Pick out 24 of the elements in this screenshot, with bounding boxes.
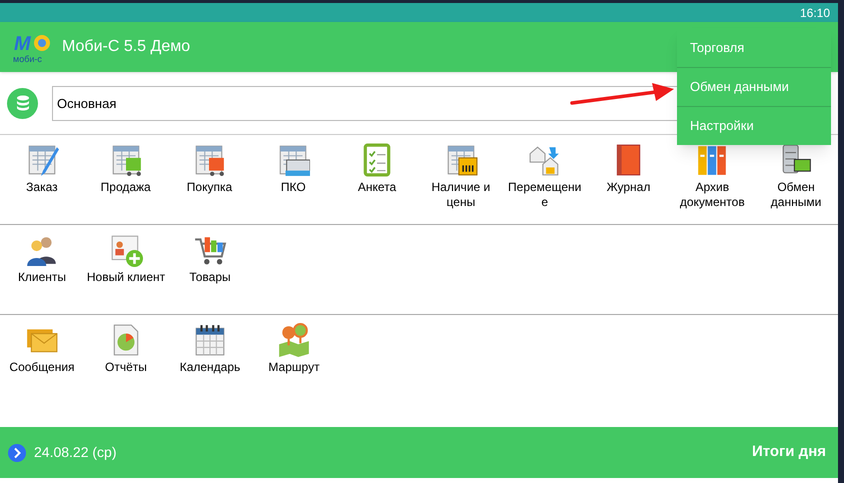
- menu-tile[interactable]: Покупка: [168, 143, 252, 195]
- calendar-icon: [193, 323, 227, 357]
- menu-tile[interactable]: Сообщения: [0, 323, 84, 375]
- menu-tile[interactable]: Перемещени е: [502, 143, 587, 210]
- database-icon: [14, 95, 30, 111]
- menu-tile[interactable]: Товары: [168, 233, 252, 285]
- app-title: Моби-С 5.5 Демо: [62, 37, 190, 57]
- contact-card-add-icon: [109, 233, 143, 267]
- menu-tile[interactable]: ПКО: [251, 143, 336, 195]
- menu-tile[interactable]: Отчёты: [84, 323, 168, 375]
- menu-tile[interactable]: Наличие и цены: [418, 143, 503, 210]
- menu-tile[interactable]: Журнал: [586, 143, 670, 195]
- menu-tile[interactable]: Новый клиент: [84, 233, 168, 285]
- menu-tile[interactable]: Анкета: [335, 143, 419, 195]
- chevron-right-icon[interactable]: [8, 444, 26, 462]
- clock-time: 16:10: [800, 4, 830, 22]
- menu-tile[interactable]: Архив документов: [670, 143, 754, 210]
- menu-tile[interactable]: Календарь: [168, 323, 252, 375]
- menu-tile[interactable]: Заказ: [0, 143, 84, 195]
- menu-tile[interactable]: Клиенты: [0, 233, 84, 285]
- menu-tile[interactable]: Продажа: [84, 143, 168, 195]
- footer-date: 24.08.22 (ср): [34, 443, 116, 462]
- map-pins-icon: [277, 323, 311, 357]
- menu-tile[interactable]: Маршрут: [252, 323, 336, 375]
